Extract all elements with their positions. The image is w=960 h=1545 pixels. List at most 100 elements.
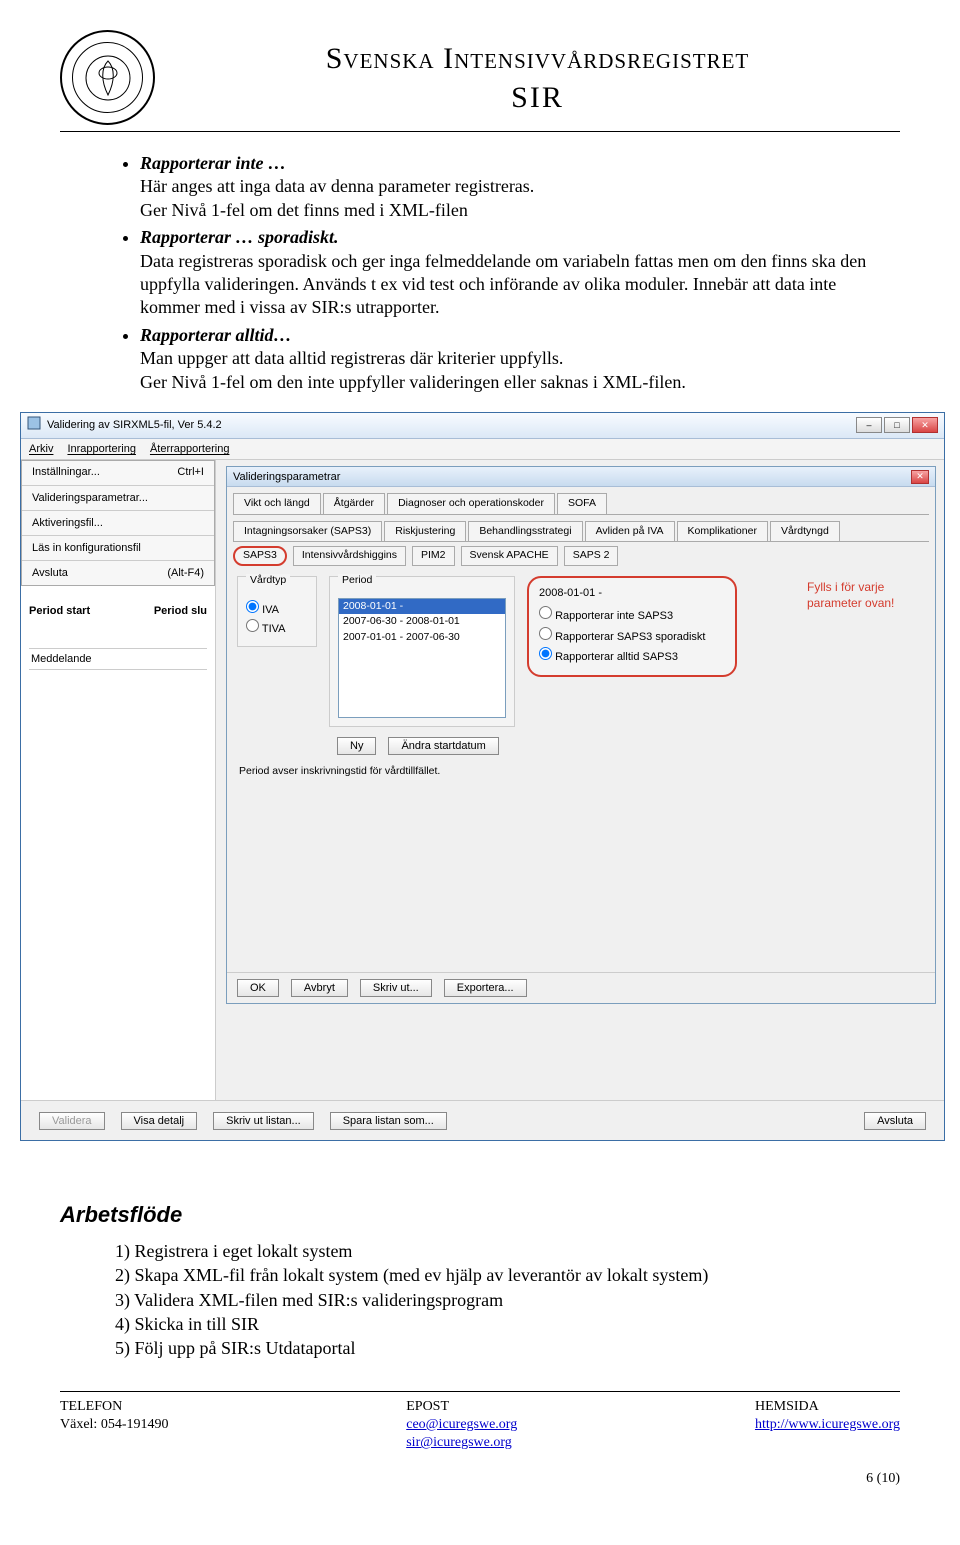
term-desc: Ger Nivå 1-fel om den inte uppfyller val… (140, 372, 686, 392)
exportera-button[interactable]: Exportera... (444, 979, 527, 997)
tab-pim2[interactable]: PIM2 (412, 546, 455, 566)
tab-row-1: Vikt och längd Åtgärder Diagnoser och op… (233, 493, 929, 515)
tab-intagningsorsaker[interactable]: Intagningsorsaker (SAPS3) (233, 521, 382, 542)
radio-rapporterar-inte[interactable]: Rapporterar inte SAPS3 (539, 606, 725, 623)
tab-riskjustering[interactable]: Riskjustering (384, 521, 466, 542)
flow-step: 1) Registrera i eget lokalt system (115, 1240, 900, 1263)
arbetsflode-steps: 1) Registrera i eget lokalt system 2) Sk… (115, 1240, 900, 1361)
vardtyp-legend: Vårdtyp (246, 574, 290, 588)
visa-detalj-button[interactable]: Visa detalj (121, 1112, 198, 1130)
period-legend: Period (338, 574, 376, 588)
avbryt-button[interactable]: Avbryt (291, 979, 348, 997)
period-group: Period 2008-01-01 - 2007-06-30 - 2008-01… (329, 576, 515, 727)
term-desc: Data registreras sporadisk och ger inga … (140, 251, 866, 318)
period-note: Period avser inskrivningstid för vårdtil… (227, 761, 935, 793)
footer-hemsida-label: HEMSIDA (755, 1398, 900, 1416)
list-item: Rapporterar inte … Här anges att inga da… (140, 152, 890, 222)
skriv-ut-listan-button[interactable]: Skriv ut listan... (213, 1112, 314, 1130)
ok-button[interactable]: OK (237, 979, 279, 997)
tab-vikt-och-langd[interactable]: Vikt och längd (233, 493, 321, 514)
radio-tiva[interactable]: TIVA (246, 619, 308, 636)
term-desc: Ger Nivå 1-fel om det finns med i XML-fi… (140, 200, 468, 220)
menubar: Arkiv Inrapportering Återrapportering (21, 439, 944, 460)
menu-item-avsluta[interactable]: Avsluta (Alt-F4) (22, 562, 214, 584)
tab-diagnoser[interactable]: Diagnoser och operationskoder (387, 493, 555, 514)
organization-seal-icon (60, 30, 155, 125)
document-header: Svenska Intensivvårdsregistret SIR (60, 30, 900, 132)
andra-startdatum-button[interactable]: Ändra startdatum (388, 737, 498, 755)
term-rapporterar-alltid: Rapporterar alltid… (140, 325, 292, 345)
minimize-button[interactable]: – (856, 417, 882, 433)
page-number: 6 (10) (60, 1470, 900, 1488)
spara-listan-button[interactable]: Spara listan som... (330, 1112, 447, 1130)
footer-hemsida-link[interactable]: http://www.icuregswe.org (755, 1417, 900, 1432)
maximize-button[interactable]: □ (884, 417, 910, 433)
app-icon (27, 416, 41, 434)
tab-behandlingsstrategi[interactable]: Behandlingsstrategi (468, 521, 582, 542)
tab-saps3[interactable]: SAPS3 (233, 546, 287, 566)
footer-telefon-label: TELEFON (60, 1398, 168, 1416)
footer-epost-link-2[interactable]: sir@icuregswe.org (406, 1435, 512, 1450)
column-meddelande: Meddelande (29, 648, 207, 670)
application-screenshot: Validering av SIRXML5-fil, Ver 5.4.2 – □… (20, 412, 945, 1141)
shortcut: (Alt-F4) (167, 566, 204, 580)
period-option[interactable]: 2007-01-01 - 2007-06-30 (339, 630, 505, 646)
tab-avliden[interactable]: Avliden på IVA (585, 521, 675, 542)
radio-rapporterar-sporadiskt[interactable]: Rapporterar SAPS3 sporadiskt (539, 627, 725, 644)
term-desc: Man uppger att data alltid registreras d… (140, 348, 563, 368)
footer-epost-label: EPOST (406, 1398, 517, 1416)
menu-item-lasin[interactable]: Läs in konfigurationsfil (22, 537, 214, 559)
menu-inrapportering[interactable]: Inrapportering (67, 442, 136, 456)
menu-item-aktiveringsfil[interactable]: Aktiveringsfil... (22, 512, 214, 534)
tab-row-2: Intagningsorsaker (SAPS3) Riskjustering … (233, 521, 929, 543)
document-title: Svenska Intensivvårdsregistret SIR (175, 39, 900, 117)
annotation-fylls-i: Fylls i för varje parameter ovan! (807, 580, 917, 611)
radio-iva[interactable]: IVA (246, 600, 308, 617)
footer-epost-link-1[interactable]: ceo@icuregswe.org (406, 1417, 517, 1432)
list-item: Rapporterar alltid… Man uppger att data … (140, 324, 890, 394)
tab-row-3: SAPS3 Intensivvårdshiggins PIM2 Svensk A… (233, 546, 929, 566)
column-period-start: Period start (29, 604, 90, 618)
term-rapporterar-sporadiskt: Rapporterar … sporadiskt. (140, 227, 339, 247)
menu-item-valideringsparametrar[interactable]: Valideringsparametrar... (22, 487, 214, 509)
flow-step: 4) Skicka in till SIR (115, 1313, 900, 1336)
section-heading-arbetsflode: Arbetsflöde (60, 1201, 900, 1230)
period-option[interactable]: 2007-06-30 - 2008-01-01 (339, 614, 505, 630)
dialog-close-button[interactable]: ✕ (911, 470, 929, 484)
period-option[interactable]: 2008-01-01 - (339, 599, 505, 615)
shortcut: Ctrl+I (177, 465, 204, 479)
period-listbox[interactable]: 2008-01-01 - 2007-06-30 - 2008-01-01 200… (338, 598, 506, 718)
menu-arkiv[interactable]: Arkiv (29, 442, 53, 456)
bottom-button-bar: Validera Visa detalj Skriv ut listan... … (21, 1100, 944, 1140)
title-line-2: SIR (175, 78, 900, 117)
tab-komplikationer[interactable]: Komplikationer (677, 521, 768, 542)
tab-sofa[interactable]: SOFA (557, 493, 607, 514)
tab-atgarder[interactable]: Åtgärder (323, 493, 385, 514)
tab-saps2[interactable]: SAPS 2 (564, 546, 619, 566)
close-button[interactable]: ✕ (912, 417, 938, 433)
term-rapporterar-inte: Rapporterar inte … (140, 153, 286, 173)
tab-svensk-apache[interactable]: Svensk APACHE (461, 546, 558, 566)
document-footer: TELEFON Växel: 054-191490 EPOST ceo@icur… (60, 1391, 900, 1453)
valideringsparametrar-dialog: Valideringsparametrar ✕ Vikt och längd Å… (226, 466, 936, 1004)
menu-item-installningar[interactable]: Inställningar... Ctrl+I (22, 461, 214, 483)
term-desc: Här anges att inga data av denna paramet… (140, 176, 534, 196)
vardtyp-group: Vårdtyp IVA TIVA (237, 576, 317, 647)
skriv-ut-button[interactable]: Skriv ut... (360, 979, 432, 997)
definition-list: Rapporterar inte … Här anges att inga da… (115, 152, 890, 394)
tab-vardtyngd[interactable]: Vårdtyngd (770, 521, 840, 542)
rapporterar-date: 2008-01-01 - (539, 586, 725, 600)
validera-button[interactable]: Validera (39, 1112, 105, 1130)
list-item: Rapporterar … sporadiskt. Data registrer… (140, 226, 890, 320)
column-period-slut: Period slu (154, 604, 207, 618)
menu-aterrapportering[interactable]: Återrapportering (150, 442, 230, 456)
ny-button[interactable]: Ny (337, 737, 376, 755)
flow-step: 3) Validera XML-filen med SIR:s valideri… (115, 1289, 900, 1312)
avsluta-button[interactable]: Avsluta (864, 1112, 926, 1130)
titlebar: Validering av SIRXML5-fil, Ver 5.4.2 – □… (21, 413, 944, 439)
radio-rapporterar-alltid[interactable]: Rapporterar alltid SAPS3 (539, 647, 725, 664)
arkiv-dropdown: Inställningar... Ctrl+I Valideringsparam… (21, 460, 215, 585)
window-title: Validering av SIRXML5-fil, Ver 5.4.2 (47, 418, 850, 432)
tab-intensivvardshiggins[interactable]: Intensivvårdshiggins (293, 546, 406, 566)
title-line-1: Svenska Intensivvårdsregistret (175, 39, 900, 78)
